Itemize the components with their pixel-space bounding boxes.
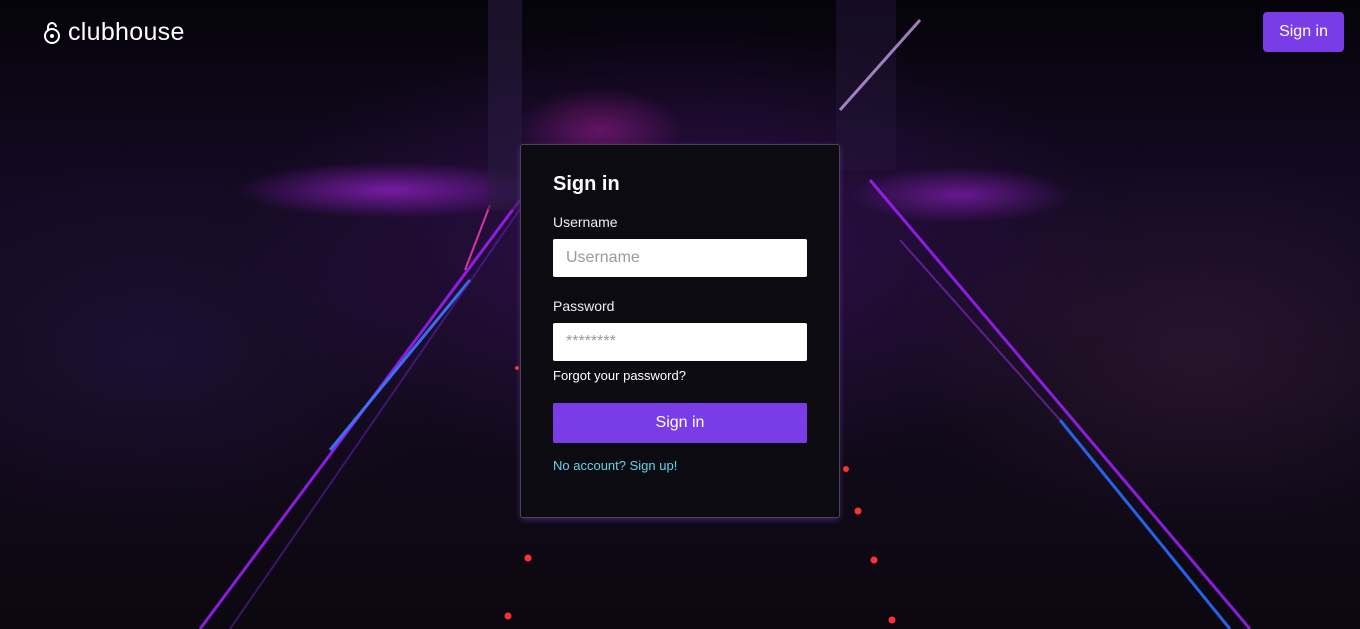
- username-input[interactable]: [553, 239, 807, 277]
- signin-title: Sign in: [553, 173, 620, 195]
- password-label: Password: [553, 298, 615, 314]
- top-nav: clubhouse Sign in: [0, 0, 1360, 64]
- signin-card: Sign in Username Password Forgot your pa…: [520, 144, 840, 518]
- header-signin-button[interactable]: Sign in: [1263, 12, 1344, 52]
- password-input[interactable]: [553, 323, 807, 361]
- signin-submit-button[interactable]: Sign in: [553, 403, 807, 443]
- brand-name: clubhouse: [68, 17, 185, 46]
- username-label: Username: [553, 214, 618, 230]
- padlock-icon: [42, 19, 62, 45]
- forgot-password-link[interactable]: Forgot your password?: [553, 368, 807, 383]
- brand-logo[interactable]: clubhouse: [42, 18, 185, 47]
- signup-link[interactable]: No account? Sign up!: [553, 458, 807, 473]
